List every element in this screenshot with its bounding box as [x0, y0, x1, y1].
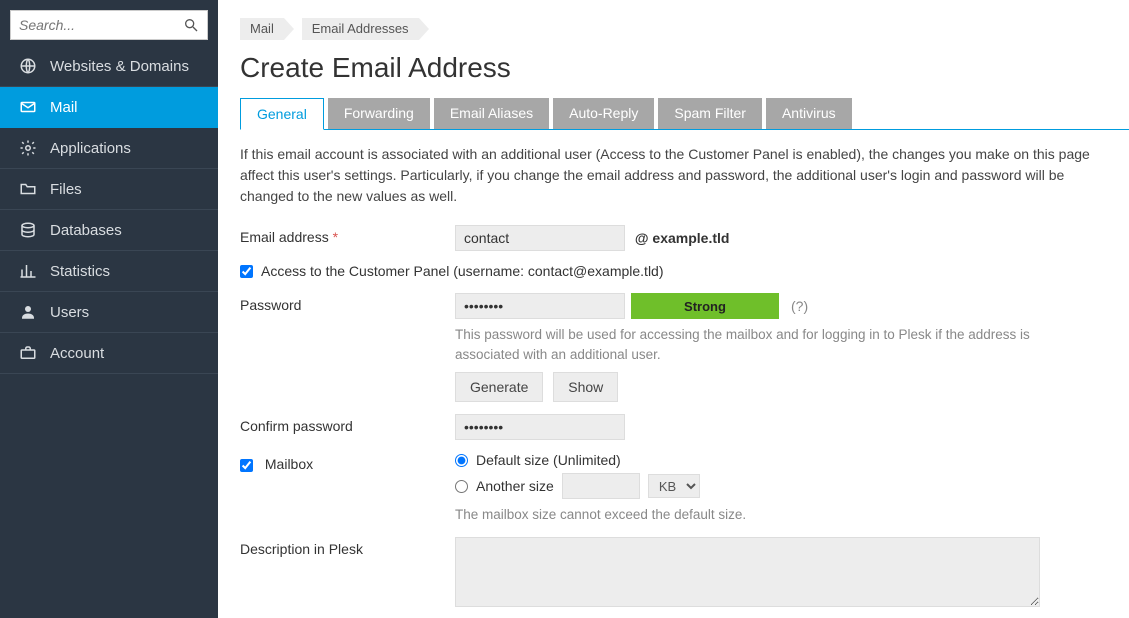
- confirm-password-field[interactable]: [455, 414, 625, 440]
- tabs: General Forwarding Email Aliases Auto-Re…: [240, 98, 1129, 130]
- email-field[interactable]: [455, 225, 625, 251]
- row-confirm-password: Confirm password: [240, 414, 1119, 440]
- mailbox-checkbox[interactable]: [240, 459, 253, 472]
- password-hint: This password will be used for accessing…: [455, 325, 1075, 364]
- sidebar-item-label: Account: [50, 345, 104, 362]
- tab-spam-filter[interactable]: Spam Filter: [658, 98, 762, 129]
- confirm-password-label: Confirm password: [240, 414, 455, 434]
- breadcrumb-item[interactable]: Email Addresses: [302, 18, 419, 40]
- search-box[interactable]: [10, 10, 208, 40]
- mailbox-label: Mailbox: [240, 452, 455, 472]
- row-password: Password Strong (?) This password will b…: [240, 293, 1119, 402]
- mailbox-hint: The mailbox size cannot exceed the defau…: [455, 505, 1075, 525]
- row-description: Description in Plesk The description is …: [240, 537, 1119, 618]
- search-container: [0, 0, 218, 46]
- search-input[interactable]: [19, 17, 183, 33]
- another-size-field[interactable]: [562, 473, 640, 499]
- chart-icon: [18, 261, 38, 281]
- sidebar-item-users[interactable]: Users: [0, 292, 218, 333]
- database-icon: [18, 220, 38, 240]
- sidebar-item-label: Applications: [50, 140, 131, 157]
- page-title: Create Email Address: [218, 46, 1129, 94]
- access-checkbox[interactable]: [240, 265, 253, 278]
- briefcase-icon: [18, 343, 38, 363]
- sidebar-item-mail[interactable]: Mail: [0, 87, 218, 128]
- search-icon: [183, 17, 199, 33]
- default-size-radio[interactable]: [455, 454, 468, 467]
- tab-antivirus[interactable]: Antivirus: [766, 98, 852, 129]
- breadcrumb-item[interactable]: Mail: [240, 18, 284, 40]
- tab-general[interactable]: General: [240, 98, 324, 130]
- globe-icon: [18, 56, 38, 76]
- another-size-label: Another size: [476, 478, 554, 494]
- breadcrumb: Mail Email Addresses: [218, 0, 1129, 46]
- generate-button[interactable]: Generate: [455, 372, 543, 402]
- info-text: If this email account is associated with…: [240, 144, 1119, 207]
- password-field[interactable]: [455, 293, 625, 319]
- size-unit-select[interactable]: KB: [648, 474, 700, 498]
- default-size-label: Default size (Unlimited): [476, 452, 621, 468]
- email-domain: @ example.tld: [635, 230, 730, 246]
- folder-icon: [18, 179, 38, 199]
- row-email: Email address * @ example.tld: [240, 225, 1119, 251]
- sidebar-item-applications[interactable]: Applications: [0, 128, 218, 169]
- tab-email-aliases[interactable]: Email Aliases: [434, 98, 549, 129]
- main-content: Mail Email Addresses Create Email Addres…: [218, 0, 1129, 618]
- sidebar-item-label: Statistics: [50, 263, 110, 280]
- sidebar: Websites & Domains Mail Applications Fil…: [0, 0, 218, 618]
- sidebar-item-label: Users: [50, 304, 89, 321]
- sidebar-item-websites-domains[interactable]: Websites & Domains: [0, 46, 218, 87]
- another-size-radio[interactable]: [455, 480, 468, 493]
- email-label: Email address *: [240, 225, 455, 245]
- show-button[interactable]: Show: [553, 372, 618, 402]
- sidebar-item-label: Databases: [50, 222, 122, 239]
- sidebar-item-files[interactable]: Files: [0, 169, 218, 210]
- sidebar-item-statistics[interactable]: Statistics: [0, 251, 218, 292]
- help-icon[interactable]: (?): [791, 298, 808, 314]
- mail-icon: [18, 97, 38, 117]
- form-content: If this email account is associated with…: [218, 130, 1129, 618]
- password-strength-badge: Strong: [631, 293, 779, 319]
- sidebar-item-label: Files: [50, 181, 82, 198]
- gear-icon: [18, 138, 38, 158]
- row-mailbox: Mailbox Default size (Unlimited) Another…: [240, 452, 1119, 525]
- access-label: Access to the Customer Panel (username: …: [261, 263, 664, 279]
- description-label: Description in Plesk: [240, 537, 455, 557]
- user-icon: [18, 302, 38, 322]
- description-field[interactable]: [455, 537, 1040, 607]
- row-access-customer-panel: Access to the Customer Panel (username: …: [240, 263, 1119, 279]
- sidebar-item-databases[interactable]: Databases: [0, 210, 218, 251]
- sidebar-item-account[interactable]: Account: [0, 333, 218, 374]
- tab-auto-reply[interactable]: Auto-Reply: [553, 98, 654, 129]
- password-label: Password: [240, 293, 455, 313]
- tab-forwarding[interactable]: Forwarding: [328, 98, 430, 129]
- sidebar-item-label: Mail: [50, 99, 78, 116]
- sidebar-item-label: Websites & Domains: [50, 58, 189, 75]
